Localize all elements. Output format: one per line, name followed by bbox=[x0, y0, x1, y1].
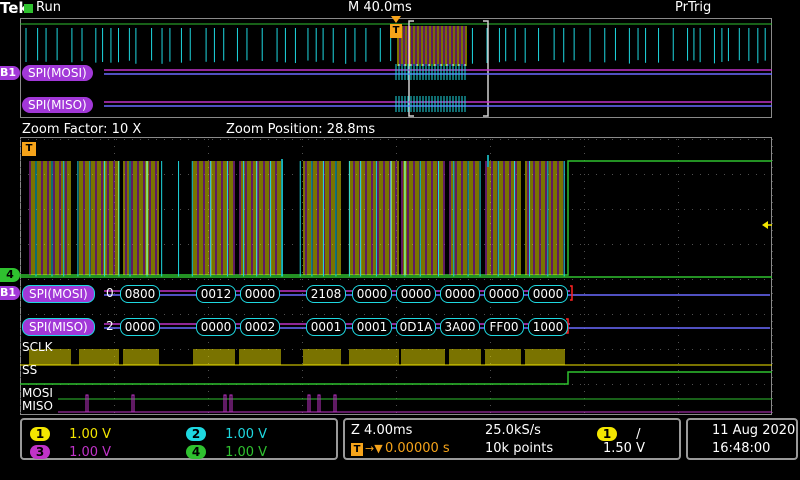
trigger-source-badge[interactable]: 1 bbox=[597, 427, 617, 441]
mosi-packet: 0000 bbox=[440, 285, 480, 303]
main-trigger-flag: T bbox=[22, 142, 36, 156]
zoom-position: Zoom Position: 28.8ms bbox=[226, 122, 376, 137]
mosi-packet: 0000 bbox=[528, 285, 568, 303]
miso-lead-value: 2 bbox=[106, 319, 114, 333]
miso-label: MISO bbox=[22, 399, 53, 413]
mosi-packet: 0000 bbox=[396, 285, 436, 303]
time: 16:48:00 bbox=[712, 441, 771, 456]
miso-packet: 3A00 bbox=[440, 318, 480, 336]
ss-label: SS bbox=[22, 363, 38, 377]
overview-mosi-label[interactable]: SPI(MOSI) bbox=[22, 65, 93, 81]
acquisition-panel[interactable]: Z 4.00ms 25.0kS/s T →▼ 0.00000 s 10k poi… bbox=[343, 418, 681, 460]
main-waveforms bbox=[20, 139, 773, 413]
mosi-packet: 0000 bbox=[352, 285, 392, 303]
mosi-packet: 0000 bbox=[240, 285, 280, 303]
ch1-scale: 1.00 V bbox=[69, 427, 112, 442]
mosi-packet: 2108 bbox=[306, 285, 346, 303]
miso-packet: 0001 bbox=[306, 318, 346, 336]
mosi-packet: 0000 bbox=[484, 285, 524, 303]
ch4-scale: 1.00 V bbox=[225, 445, 268, 460]
trigger-level: 1.50 V bbox=[603, 441, 645, 456]
ch4-badge[interactable]: 4 bbox=[186, 445, 206, 459]
ch3-scale: 1.00 V bbox=[69, 445, 112, 460]
ch4-ground-marker[interactable]: 4 bbox=[0, 268, 20, 282]
mosi-packet: 0012 bbox=[196, 285, 236, 303]
ch2-scale: 1.00 V bbox=[225, 427, 268, 442]
zoom-timebase: Z 4.00ms bbox=[351, 423, 413, 438]
datetime-panel: 11 Aug 2020 16:48:00 bbox=[686, 418, 798, 460]
overview-miso-label[interactable]: SPI(MISO) bbox=[22, 97, 93, 113]
date: 11 Aug 2020 bbox=[712, 423, 796, 438]
sample-rate: 25.0kS/s bbox=[485, 423, 541, 438]
miso-packet: 0001 bbox=[352, 318, 392, 336]
mosi-lead-value: 0 bbox=[106, 286, 114, 300]
trigger-position-icon: T bbox=[351, 443, 363, 456]
trigger-mode[interactable]: PrTrig bbox=[675, 0, 711, 16]
miso-packet: 0D1A bbox=[396, 318, 436, 336]
miso-packet: 0000 bbox=[196, 318, 236, 336]
main-miso-label[interactable]: SPI(MISO) bbox=[22, 318, 95, 336]
miso-packet: FF00 bbox=[484, 318, 524, 336]
sclk-label: SCLK bbox=[22, 340, 53, 354]
trigger-slope-icon: / bbox=[636, 427, 641, 442]
channel-scale-panel[interactable]: 1 1.00 V 2 1.00 V 3 1.00 V 4 1.00 V bbox=[20, 418, 338, 460]
timebase-readout[interactable]: M 40.0ms bbox=[348, 0, 412, 16]
miso-packet: 0000 bbox=[120, 318, 160, 336]
main-b1-marker[interactable]: B1 bbox=[0, 286, 20, 300]
ch1-badge[interactable]: 1 bbox=[30, 427, 50, 441]
ch2-badge[interactable]: 2 bbox=[186, 427, 206, 441]
run-state-indicator bbox=[24, 4, 33, 13]
ch3-badge[interactable]: 3 bbox=[30, 445, 50, 459]
zoom-factor: Zoom Factor: 10 X bbox=[22, 122, 142, 137]
trigger-offset: 0.00000 s bbox=[385, 441, 450, 456]
main-mosi-label[interactable]: SPI(MOSI) bbox=[22, 285, 95, 303]
record-length: 10k points bbox=[485, 441, 554, 456]
miso-packet: 0002 bbox=[240, 318, 280, 336]
run-state[interactable]: Run bbox=[36, 0, 61, 16]
miso-packet: 1000 bbox=[528, 318, 568, 336]
mosi-label: MOSI bbox=[22, 386, 53, 400]
trigger-offset-arrow-icon: →▼ bbox=[365, 442, 383, 455]
mosi-packet: 0800 bbox=[120, 285, 160, 303]
overview-b1-marker: B1 bbox=[0, 66, 20, 80]
overview-trigger-flag: T bbox=[390, 24, 402, 38]
